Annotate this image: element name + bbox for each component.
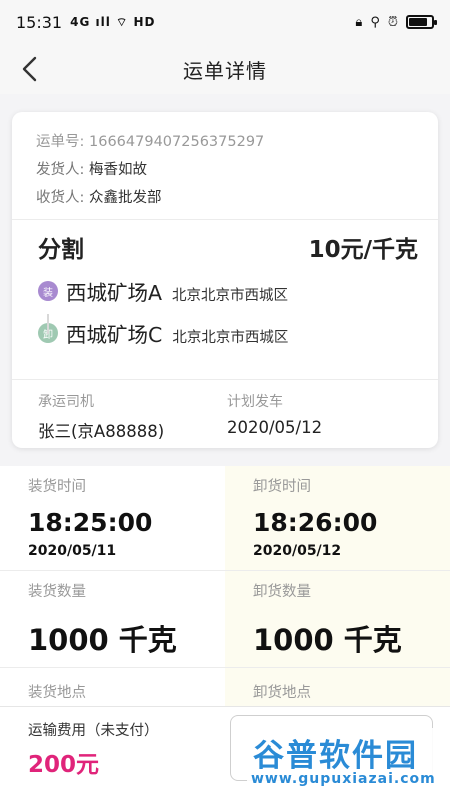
departure-value: 2020/05/12 <box>227 418 323 437</box>
load-place-label: 装货地点 <box>28 685 86 701</box>
unload-place-label: 卸货地点 <box>253 685 311 701</box>
load-date: 2020/05/11 <box>28 543 117 559</box>
status-time: 15:31 <box>16 12 63 32</box>
route-load: 装 西城矿场A 北京北京市西城区 <box>38 272 438 310</box>
load-time-label: 装货时间 <box>28 479 86 495</box>
location-icon: ⚲ <box>370 14 380 30</box>
watermark: 谷普软件园 www.gupuxiazai.com <box>247 728 443 792</box>
unload-time-cell: 卸货时间 18:26:00 2020/05/12 <box>225 466 450 571</box>
driver-label: 承运司机 <box>38 394 94 410</box>
unload-address: 北京北京市西城区 <box>172 329 289 346</box>
shipper-name: 梅香如故 <box>89 162 147 178</box>
departure-label: 计划发车 <box>227 394 283 410</box>
departure-col: 计划发车 2020/05/12 <box>223 392 412 442</box>
unload-qty-label: 卸货数量 <box>253 584 311 600</box>
details-grid: 装货时间 18:25:00 2020/05/11 卸货时间 18:26:00 2… <box>0 466 450 706</box>
route: 装 西城矿场A 北京北京市西城区 卸 西城矿场C 北京北京市西城区 <box>12 264 438 380</box>
fee-label: 运输费用（未支付） <box>28 723 159 739</box>
driver-value: 张三(京A88888) <box>38 422 165 441</box>
battery-level <box>409 18 427 26</box>
load-place: 西城矿场A <box>66 281 163 305</box>
page-title: 运单详情 <box>183 58 267 83</box>
status-left: 15:31 4G ıll ⌔ HD <box>16 13 155 32</box>
unload-time-label: 卸货时间 <box>253 479 311 495</box>
route-connector <box>47 314 49 334</box>
order-number-label: 运单号: <box>36 134 85 150</box>
load-time: 18:25:00 <box>28 508 153 537</box>
status-bar: 15:31 4G ıll ⌔ HD 🔒︎ ⚲ ⏰︎ <box>0 0 450 44</box>
unload-date: 2020/05/12 <box>253 543 342 559</box>
driver-col: 承运司机 张三(京A88888) <box>38 392 223 442</box>
order-card: 运单号: 1666479407256375297 发货人: 梅香如故 收货人: … <box>12 112 438 448</box>
fee-value: 200元 <box>28 752 100 778</box>
chevron-left-icon <box>22 56 37 82</box>
watermark-url: www.gupuxiazai.com <box>251 771 436 787</box>
cargo-name: 分割 <box>38 237 84 263</box>
watermark-title: 谷普软件园 <box>253 738 418 774</box>
alarm-icon: ⏰︎ <box>387 14 398 30</box>
route-unload: 卸 西城矿场C 北京北京市西城区 <box>38 314 438 352</box>
load-qty-label: 装货数量 <box>28 584 86 600</box>
cargo-price: 10元/千克 <box>308 237 418 263</box>
unload-place-cell: 卸货地点 <box>225 668 450 706</box>
order-number-row: 运单号: 1666479407256375297 <box>36 128 414 156</box>
driver-row: 承运司机 张三(京A88888) 计划发车 2020/05/12 <box>12 380 438 442</box>
shipper-row: 发货人: 梅香如故 <box>36 156 414 184</box>
network-indicators: 4G ıll ⌔ HD <box>70 14 156 29</box>
load-qty: 1000 千克 <box>28 623 177 657</box>
unload-qty-cell: 卸货数量 1000 千克 <box>225 571 450 668</box>
receiver-label: 收货人: <box>36 190 85 206</box>
battery-icon <box>406 15 437 29</box>
order-number: 1666479407256375297 <box>89 134 265 150</box>
receiver-name: 众鑫批发部 <box>89 190 162 206</box>
load-qty-cell: 装货数量 1000 千克 <box>0 571 225 668</box>
status-right: 🔒︎ ⚲ ⏰︎ <box>355 14 437 30</box>
load-place-cell: 装货地点 <box>0 668 225 706</box>
load-time-cell: 装货时间 18:25:00 2020/05/11 <box>0 466 225 571</box>
unload-time: 18:26:00 <box>253 508 378 537</box>
load-badge-icon: 装 <box>38 281 58 301</box>
unload-place: 西城矿场C <box>66 323 163 347</box>
load-address: 北京北京市西城区 <box>172 287 289 304</box>
lock-icon: 🔒︎ <box>355 14 363 30</box>
order-info: 运单号: 1666479407256375297 发货人: 梅香如故 收货人: … <box>12 112 438 220</box>
shipper-label: 发货人: <box>36 162 85 178</box>
cargo-row: 分割 10元/千克 <box>12 220 438 264</box>
unload-qty: 1000 千克 <box>253 623 402 657</box>
app-header: 运单详情 <box>0 44 450 94</box>
receiver-row: 收货人: 众鑫批发部 <box>36 184 414 212</box>
back-button[interactable] <box>14 52 48 86</box>
